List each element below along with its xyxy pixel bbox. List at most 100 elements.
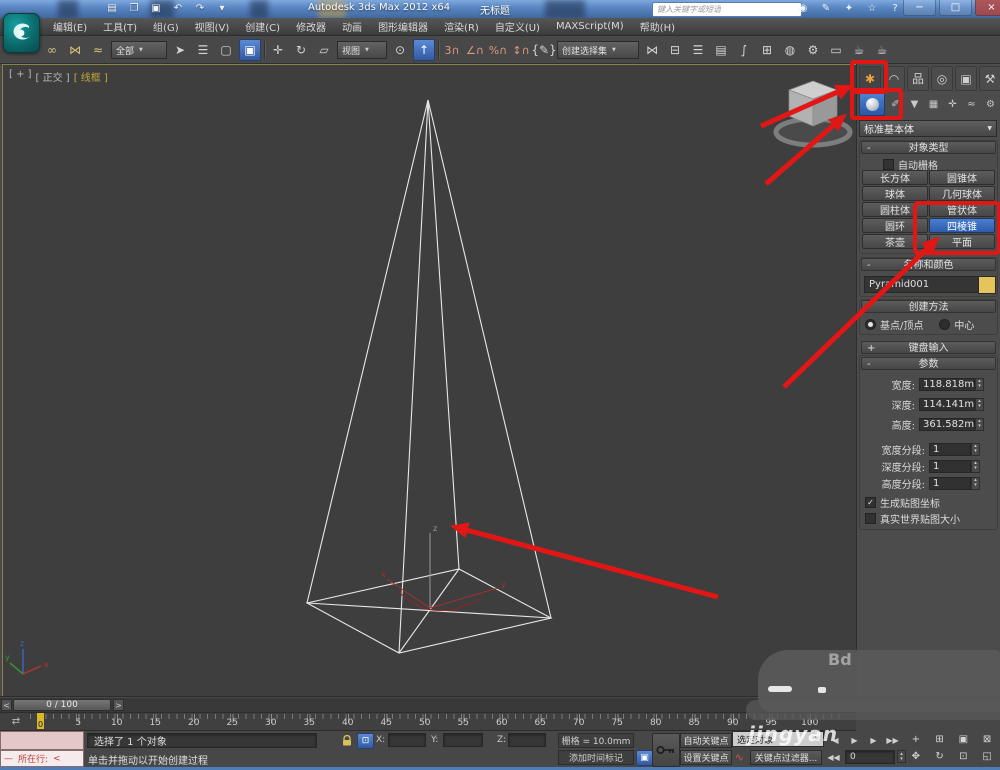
absolute-mode-transform-icon[interactable]: ⊡ (357, 733, 374, 749)
menu-animation[interactable]: 动画 (335, 19, 369, 34)
bind-to-space-warp-icon[interactable]: ≈ (88, 40, 108, 60)
z-coord-input[interactable] (508, 733, 546, 747)
key-mode-curve-icon[interactable]: ∿ (732, 750, 747, 764)
window-crossing-toggle[interactable]: ▣ (239, 39, 261, 61)
generate-mapping-coords-checkbox[interactable]: ✓ 生成贴图坐标 (865, 495, 940, 510)
obj-plane-button[interactable]: 平面 (929, 234, 995, 249)
key-filters-button[interactable]: 关键点过滤器... (750, 750, 822, 765)
radio-base-apex[interactable]: 基点/顶点 (865, 317, 923, 332)
maximize-viewport-icon[interactable]: ◱ (976, 749, 998, 764)
time-slider-prev-button[interactable]: < (1, 699, 12, 711)
snaps-toggle-icon[interactable]: 3∩ (442, 40, 462, 60)
render-setup-icon[interactable]: ⚙ (803, 40, 823, 60)
schematic-view-icon[interactable]: ⊞ (757, 40, 777, 60)
set-key-button[interactable]: 设置关键点 (680, 750, 732, 765)
angle-snap-icon[interactable]: ∠∩ (465, 40, 485, 60)
height-segs-field[interactable]: 1 (929, 476, 971, 490)
layer-manager-icon[interactable]: ☰ (688, 40, 708, 60)
tab-motion[interactable]: ◎ (931, 66, 953, 91)
category-helpers-icon[interactable]: ✛ (944, 95, 961, 114)
primitive-category-dropdown[interactable]: 标准基本体 ▼ (859, 120, 997, 137)
reference-coordinate-dropdown[interactable]: 视图 (337, 41, 387, 59)
menu-create[interactable]: 创建(C) (238, 19, 287, 34)
track-bar[interactable]: ⇄ 5 10 15 20 25 30 35 40 45 50 55 60 65 … (0, 713, 856, 731)
menu-rendering[interactable]: 渲染(R) (437, 19, 486, 34)
redo-icon[interactable]: ↷ (192, 1, 208, 16)
selected-objects-dropdown[interactable]: 选定对象 (732, 731, 824, 747)
add-time-tag-button[interactable]: 添加时间标记 (558, 750, 634, 765)
go-to-start-icon[interactable]: ◀◀ (826, 750, 841, 764)
tab-utilities[interactable]: ⚒ (979, 66, 1000, 91)
viewport-projection-label[interactable]: [ 正交 ] (36, 69, 70, 84)
depth-field[interactable]: 114.141m (919, 397, 975, 411)
object-type-header[interactable]: - 对象类型 (861, 141, 996, 154)
communication-center-icon[interactable]: ✦ (842, 1, 856, 16)
close-button[interactable]: × (975, 0, 1000, 16)
current-frame-marker[interactable]: 0 (37, 713, 44, 729)
search-icon[interactable]: ◉ (796, 1, 810, 16)
pan-icon[interactable]: ✥ (905, 749, 927, 764)
new-file-icon[interactable]: ▤ (104, 1, 120, 16)
selection-lock-toggle[interactable]: ▣ (636, 750, 653, 766)
set-key-big-button[interactable] (652, 733, 680, 767)
select-object-icon[interactable]: ➤ (170, 40, 190, 60)
obj-sphere-button[interactable]: 球体 (862, 186, 928, 201)
edit-named-selection-sets-icon[interactable]: {✎} (531, 40, 556, 60)
render-iterative-teapot-icon[interactable]: ☕ (872, 40, 892, 60)
selection-filter-dropdown[interactable]: 全部 (111, 41, 167, 59)
zoom-region-icon[interactable]: ⊠ (976, 732, 998, 747)
menu-modifiers[interactable]: 修改器 (289, 19, 333, 34)
curve-editor-icon[interactable]: ∫ (734, 40, 754, 60)
material-editor-icon[interactable]: ◍ (780, 40, 800, 60)
selection-lock-icon[interactable] (339, 733, 354, 747)
select-and-manipulate-toggle[interactable]: ↑ (413, 39, 435, 61)
search-input[interactable]: 键入关键字或短语 (652, 2, 802, 17)
save-file-icon[interactable]: ▣ (148, 1, 164, 16)
depth-segs-field[interactable]: 1 (929, 459, 971, 473)
undo-icon[interactable]: ↶ (170, 1, 186, 16)
menu-edit[interactable]: 编辑(E) (46, 19, 94, 34)
category-shapes-icon[interactable]: ✐ (887, 95, 904, 114)
play-icon[interactable]: ▶ (847, 733, 862, 747)
named-selection-sets-dropdown[interactable]: 创建选择集 (557, 41, 639, 59)
viewcube[interactable] (773, 80, 853, 148)
menu-graph-editors[interactable]: 图形编辑器 (371, 19, 435, 34)
category-lights-icon[interactable]: ▼ (906, 95, 923, 114)
tab-modify[interactable]: ◠ (883, 66, 905, 91)
width-field[interactable]: 118.818m (919, 377, 975, 391)
time-slider-track[interactable]: < 0 / 100 > (0, 698, 856, 713)
tab-display[interactable]: ▣ (955, 66, 977, 91)
spinner-icon[interactable] (971, 442, 980, 456)
fov-icon[interactable]: ⊡ (953, 749, 975, 764)
width-segs-field[interactable]: 1 (929, 442, 971, 456)
zoom-extents-icon[interactable]: ▣ (953, 732, 975, 747)
rectangular-selection-region-icon[interactable]: ▢ (216, 40, 236, 60)
viewport-shading-label[interactable]: [ 线框 ] (74, 69, 108, 84)
rendered-frame-window-icon[interactable]: ▭ (826, 40, 846, 60)
viewport-menu-plus[interactable]: [ + ] (9, 69, 32, 84)
y-coord-input[interactable] (443, 733, 483, 747)
select-and-link-icon[interactable]: ∞ (42, 40, 62, 60)
spinner-icon[interactable] (971, 459, 980, 473)
obj-pyramid-button[interactable]: 四棱锥 (929, 218, 995, 233)
spinner-snap-icon[interactable]: ↕∩ (511, 40, 531, 60)
open-file-icon[interactable]: ❐ (126, 1, 142, 16)
object-name-input[interactable]: Pyramid001 (864, 276, 982, 293)
graphite-modeling-icon[interactable]: ▤ (711, 40, 731, 60)
obj-tube-button[interactable]: 管状体 (929, 202, 995, 217)
parameters-header[interactable]: - 参数 (861, 357, 996, 370)
unlink-selection-icon[interactable]: ⋈ (65, 40, 85, 60)
menu-tools[interactable]: 工具(T) (96, 19, 144, 34)
minimize-button[interactable]: − (903, 0, 936, 16)
height-field[interactable]: 361.582m (919, 417, 975, 431)
radio-center[interactable]: 中心 (939, 317, 974, 332)
align-icon[interactable]: ⊟ (665, 40, 685, 60)
spinner-icon[interactable] (975, 397, 984, 411)
current-frame-input[interactable]: 0 (845, 750, 895, 764)
percent-snap-icon[interactable]: %∩ (488, 40, 508, 60)
maxscript-listener-pink[interactable] (0, 731, 84, 750)
real-world-map-size-checkbox[interactable]: 真实世界贴图大小 (865, 511, 960, 526)
obj-cone-button[interactable]: 圆锥体 (929, 170, 995, 185)
time-slider-handle[interactable]: 0 / 100 (13, 699, 111, 711)
zoom-icon[interactable]: + (905, 732, 927, 747)
